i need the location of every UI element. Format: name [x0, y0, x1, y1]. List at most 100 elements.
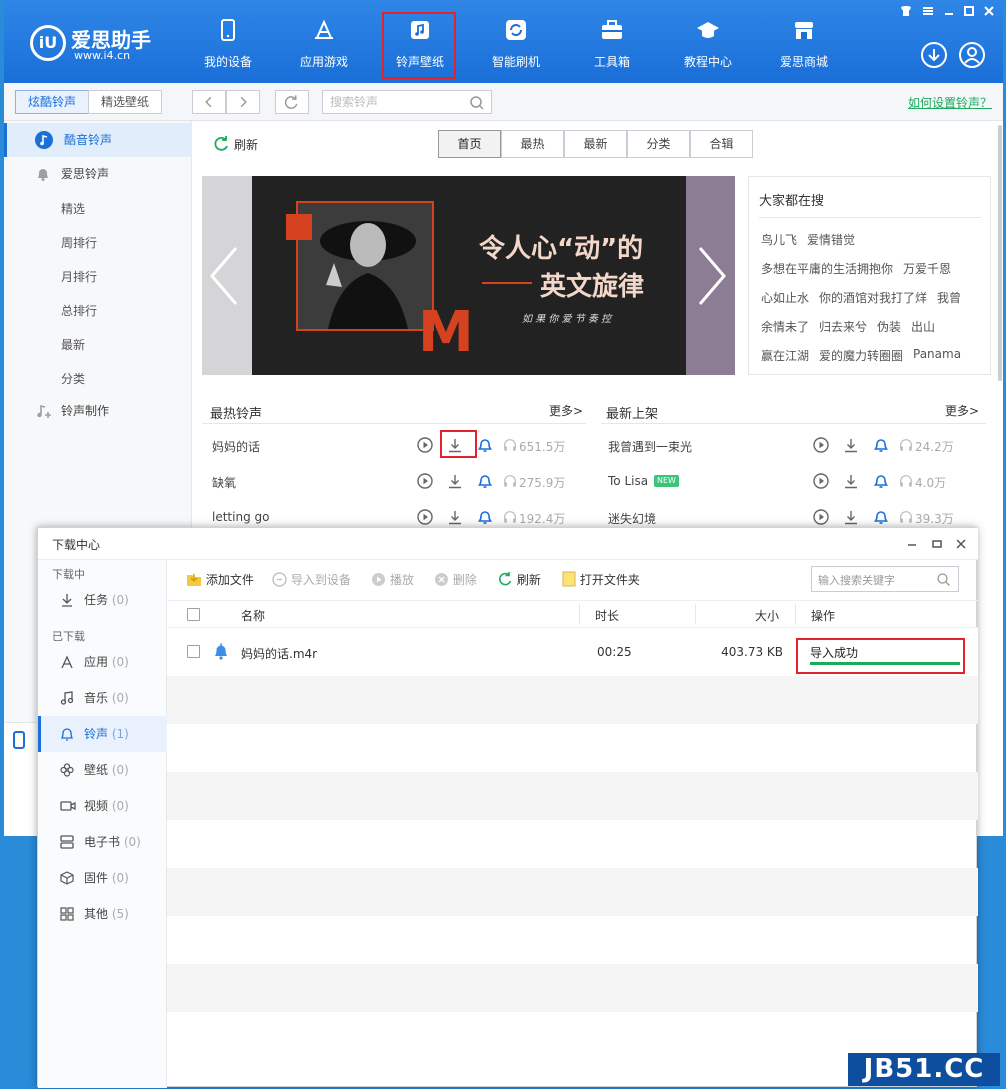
close-icon[interactable] [982, 5, 996, 17]
delete-button[interactable]: 删除 [434, 571, 477, 588]
hot-search-term[interactable]: 鸟儿飞 [761, 231, 797, 248]
user-avatar-icon[interactable] [958, 41, 986, 69]
ringtone-name[interactable]: To Lisa [608, 474, 648, 488]
nav-apps-games[interactable]: 应用游戏 [286, 0, 362, 83]
download-icon[interactable] [842, 436, 860, 454]
play-icon[interactable] [416, 436, 434, 454]
tab-wallpapers[interactable]: 精选壁纸 [88, 90, 162, 114]
hot-search-term[interactable]: 出山 [911, 318, 935, 335]
hot-search-term[interactable]: 心如止水 [761, 289, 809, 306]
content-scrollbar[interactable] [998, 125, 1002, 381]
dl-side-ringtones[interactable]: 铃声 (1) [38, 716, 167, 752]
skin-icon[interactable] [899, 5, 913, 17]
new-arrivals-more-link[interactable]: 更多> [945, 402, 979, 419]
hot-search-term[interactable]: 你的酒馆对我打了烊 [819, 289, 927, 306]
tab-cool-ringtones[interactable]: 炫酷铃声 [15, 90, 89, 114]
set-ringtone-bell-icon[interactable] [872, 472, 890, 490]
table-row[interactable]: 妈妈的话.m4r 00:25 403.73 KB 导入成功 [167, 628, 978, 676]
import-to-device-button[interactable]: 导入到设备 [272, 571, 351, 588]
dl-side-other[interactable]: 其他 (5) [38, 896, 167, 932]
hot-search-term[interactable]: 伪装 [877, 318, 901, 335]
seg-hottest[interactable]: 最热 [501, 130, 564, 158]
download-icon[interactable] [842, 472, 860, 490]
seg-category[interactable]: 分类 [627, 130, 690, 158]
ringtone-name[interactable]: 妈妈的话 [212, 438, 260, 455]
forward-button[interactable] [226, 90, 260, 114]
reload-button[interactable] [275, 90, 309, 114]
dl-side-apps[interactable]: 应用 (0) [38, 644, 167, 680]
dl-side-wallpapers[interactable]: 壁纸 (0) [38, 752, 167, 788]
dl-side-videos[interactable]: 视频 (0) [38, 788, 167, 824]
hot-search-term[interactable]: 赢在江湖 [761, 347, 809, 364]
refresh-button[interactable]: 刷新 [497, 571, 541, 588]
download-icon[interactable] [446, 508, 464, 526]
dialog-close-icon[interactable] [955, 538, 967, 550]
nav-my-device[interactable]: 我的设备 [190, 0, 266, 83]
hot-search-term[interactable]: 爱情错觉 [807, 231, 855, 248]
seg-collection[interactable]: 合辑 [690, 130, 753, 158]
nav-smart-flash[interactable]: 智能刷机 [478, 0, 554, 83]
row-checkbox[interactable] [187, 645, 200, 658]
seg-newest[interactable]: 最新 [564, 130, 627, 158]
download-icon[interactable] [446, 472, 464, 490]
select-all-checkbox[interactable] [187, 608, 200, 621]
hot-search-term[interactable]: 万爱千恩 [903, 260, 951, 277]
play-button[interactable]: 播放 [371, 571, 414, 588]
hot-search-term[interactable]: 我曾 [937, 289, 961, 306]
banner-next-arrow-icon[interactable] [696, 246, 728, 306]
set-ringtone-bell-icon[interactable] [476, 436, 494, 454]
set-ringtone-bell-icon[interactable] [476, 472, 494, 490]
set-ringtone-bell-icon[interactable] [872, 508, 890, 526]
col-name[interactable]: 名称 [241, 607, 265, 624]
hot-search-term[interactable]: 归去来兮 [819, 318, 867, 335]
sidebar-item-kuyin[interactable]: 酷音铃声 [4, 123, 192, 157]
col-duration[interactable]: 时长 [595, 607, 619, 624]
ringtone-name[interactable]: 缺氧 [212, 474, 236, 491]
dl-side-music[interactable]: 音乐 (0) [38, 680, 167, 716]
hot-search-term[interactable]: Panama [913, 347, 961, 361]
nav-tutorials[interactable]: 教程中心 [670, 0, 746, 83]
play-icon[interactable] [812, 472, 830, 490]
set-ringtone-bell-icon[interactable] [476, 508, 494, 526]
hot-search-term[interactable]: 爱的魔力转圈圈 [819, 347, 903, 364]
ringtone-search-input[interactable]: 搜索铃声 [322, 90, 492, 114]
open-folder-button[interactable]: 打开文件夹 [562, 571, 640, 588]
sidebar-sub-featured[interactable]: 精选 [61, 200, 85, 217]
nav-toolbox[interactable]: 工具箱 [574, 0, 650, 83]
download-icon[interactable] [446, 436, 464, 454]
play-icon[interactable] [416, 508, 434, 526]
sidebar-item-ringtone-maker[interactable]: 铃声制作 [4, 394, 192, 428]
dl-side-tasks[interactable]: 任务 (0) [38, 582, 167, 618]
hot-search-term[interactable]: 余情未了 [761, 318, 809, 335]
banner-prev-arrow-icon[interactable] [208, 246, 240, 306]
maximize-icon[interactable] [962, 5, 976, 17]
hot-search-term[interactable]: 多想在平庸的生活拥抱你 [761, 260, 893, 277]
download-circle-icon[interactable] [920, 41, 948, 69]
promo-banner[interactable]: M 令人心“动”的 英文旋律 如 果 你 爱 节 奏 控 [202, 176, 735, 375]
col-size[interactable]: 大小 [755, 607, 779, 624]
sidebar-sub-all-time[interactable]: 总排行 [61, 302, 97, 319]
dialog-minimize-icon[interactable] [906, 538, 918, 550]
download-icon[interactable] [842, 508, 860, 526]
sidebar-sub-monthly[interactable]: 月排行 [61, 268, 97, 285]
sidebar-sub-latest[interactable]: 最新 [61, 336, 85, 353]
sidebar-sub-category[interactable]: 分类 [61, 370, 85, 387]
how-to-set-ringtone-link[interactable]: 如何设置铃声？ [908, 94, 992, 111]
menu-icon[interactable] [921, 5, 935, 17]
nav-store[interactable]: 爱思商城 [766, 0, 842, 83]
minimize-icon[interactable] [942, 5, 956, 17]
back-button[interactable] [192, 90, 226, 114]
set-ringtone-bell-icon[interactable] [872, 436, 890, 454]
col-action[interactable]: 操作 [811, 607, 835, 624]
ringtone-name[interactable]: letting go [212, 510, 269, 524]
device-phone-icon[interactable] [13, 731, 25, 749]
play-icon[interactable] [812, 508, 830, 526]
dialog-maximize-icon[interactable] [931, 538, 943, 550]
seg-home[interactable]: 首页 [438, 130, 501, 158]
play-icon[interactable] [416, 472, 434, 490]
sidebar-sub-weekly[interactable]: 周排行 [61, 234, 97, 251]
sidebar-item-i4-ringtones[interactable]: 爱思铃声 [4, 157, 192, 191]
dl-side-ebooks[interactable]: 电子书 (0) [38, 824, 167, 860]
ringtone-name[interactable]: 迷失幻境 [608, 510, 656, 527]
download-search-input[interactable]: 输入搜索关键字 [811, 566, 959, 592]
